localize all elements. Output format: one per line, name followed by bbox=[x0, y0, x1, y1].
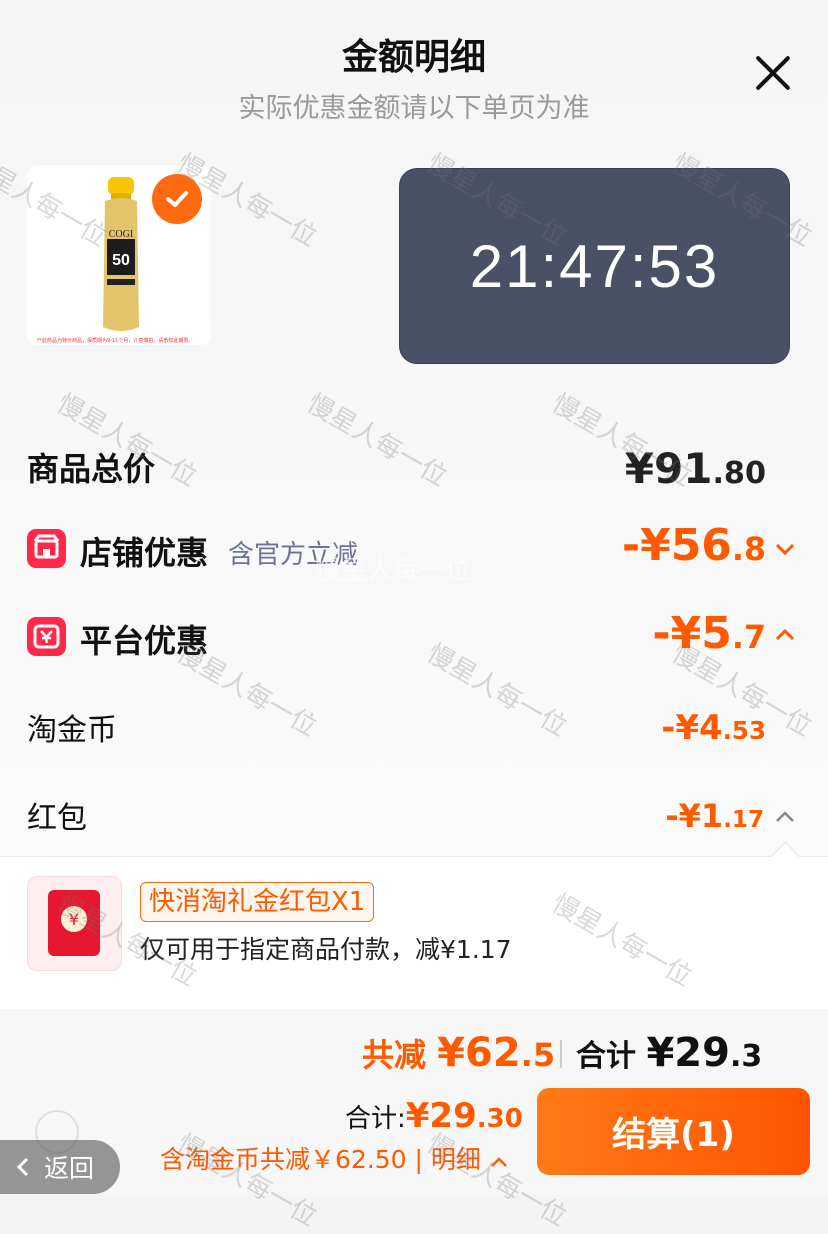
red-packet-dec: .17 bbox=[723, 807, 764, 833]
red-packet-thumbnail: ¥ bbox=[27, 876, 122, 971]
checkout-sum-label: 合计: bbox=[345, 1104, 406, 1134]
platform-discount-value[interactable]: -¥5.7 bbox=[652, 608, 766, 659]
chevron-up-icon bbox=[490, 1157, 507, 1167]
checkout-button[interactable]: 结算(1) bbox=[537, 1088, 810, 1175]
shop-discount-int: -¥56 bbox=[621, 520, 732, 571]
coupon-description: 仅可用于指定商品付款，减¥1.17 bbox=[140, 935, 512, 964]
checkout-sum-int: ¥29 bbox=[405, 1096, 477, 1136]
chevron-up-icon[interactable] bbox=[774, 628, 796, 642]
platform-discount-int: -¥5 bbox=[652, 608, 732, 659]
chevron-left-icon bbox=[16, 1157, 29, 1177]
taojinbi-dec: .53 bbox=[722, 716, 766, 745]
chevron-up-icon[interactable] bbox=[774, 810, 796, 824]
detail-link-text: 含淘金币共减￥62.50 | 明细 bbox=[160, 1145, 481, 1174]
total-discount-label: 共减 bbox=[362, 1036, 427, 1074]
back-label: 返回 bbox=[44, 1154, 95, 1183]
checkout-sum: 合计:¥29.30 bbox=[345, 1096, 523, 1136]
platform-icon bbox=[27, 617, 66, 656]
total-discount: 共减 ¥62.5 bbox=[362, 1030, 555, 1076]
svg-text:COGI: COGI bbox=[109, 229, 133, 240]
taojinbi-value: -¥4.53 bbox=[661, 708, 766, 748]
separator bbox=[560, 1040, 562, 1068]
product-note: **此商品为特价商品，保质期为9-11个月，介意慎拍，请悉知此期限。 bbox=[37, 338, 194, 344]
spray-can-image: COGI 50 bbox=[103, 177, 139, 331]
official-discount-note: 含官方立减 bbox=[228, 540, 359, 570]
page-subtitle: 实际优惠金额请以下单页为准 bbox=[238, 93, 590, 124]
shop-icon bbox=[27, 529, 66, 568]
svg-text:50: 50 bbox=[112, 252, 130, 269]
total-price-value: ¥91.80 bbox=[625, 444, 766, 493]
red-packet-value[interactable]: -¥1.17 bbox=[665, 797, 764, 835]
total-discount-int: ¥62 bbox=[437, 1030, 521, 1076]
back-button[interactable]: 返回 bbox=[0, 1140, 120, 1194]
close-icon[interactable] bbox=[752, 52, 794, 94]
countdown-timer: 21:47:53 bbox=[399, 168, 790, 364]
total-price-int: ¥91 bbox=[624, 444, 713, 493]
detail-link[interactable]: 含淘金币共减￥62.50 | 明细 bbox=[160, 1140, 509, 1176]
total-discount-dec: .5 bbox=[520, 1036, 556, 1074]
red-packet-int: -¥1 bbox=[665, 797, 724, 835]
red-packet-label: 红包 bbox=[27, 801, 87, 836]
total-sum-label: 合计 bbox=[576, 1039, 636, 1074]
chevron-down-icon[interactable] bbox=[774, 542, 796, 556]
total-sum-int: ¥29 bbox=[646, 1030, 730, 1076]
total-sum-dec: .3 bbox=[729, 1039, 763, 1074]
checkout-sum-dec: .30 bbox=[476, 1104, 523, 1134]
red-envelope-icon: ¥ bbox=[48, 890, 100, 956]
coupon-tag: 快消淘礼金红包X1 bbox=[140, 882, 375, 922]
yuan-coin-icon: ¥ bbox=[61, 906, 87, 932]
page-title: 金额明细 bbox=[341, 37, 486, 78]
total-sum: 合计 ¥29.3 bbox=[576, 1030, 762, 1076]
selected-check-icon[interactable] bbox=[152, 174, 202, 224]
total-price-dec: .80 bbox=[712, 456, 766, 491]
taojinbi-label: 淘金币 bbox=[27, 713, 117, 748]
taojinbi-int: -¥4 bbox=[661, 708, 723, 748]
shop-discount-dec: .8 bbox=[731, 532, 766, 568]
platform-discount-label: 平台优惠 bbox=[80, 622, 209, 660]
total-price-label: 商品总价 bbox=[27, 450, 156, 488]
shop-discount-value[interactable]: -¥56.8 bbox=[622, 520, 766, 571]
shop-discount-label: 店铺优惠 bbox=[80, 534, 209, 572]
platform-discount-dec: .7 bbox=[731, 620, 766, 656]
